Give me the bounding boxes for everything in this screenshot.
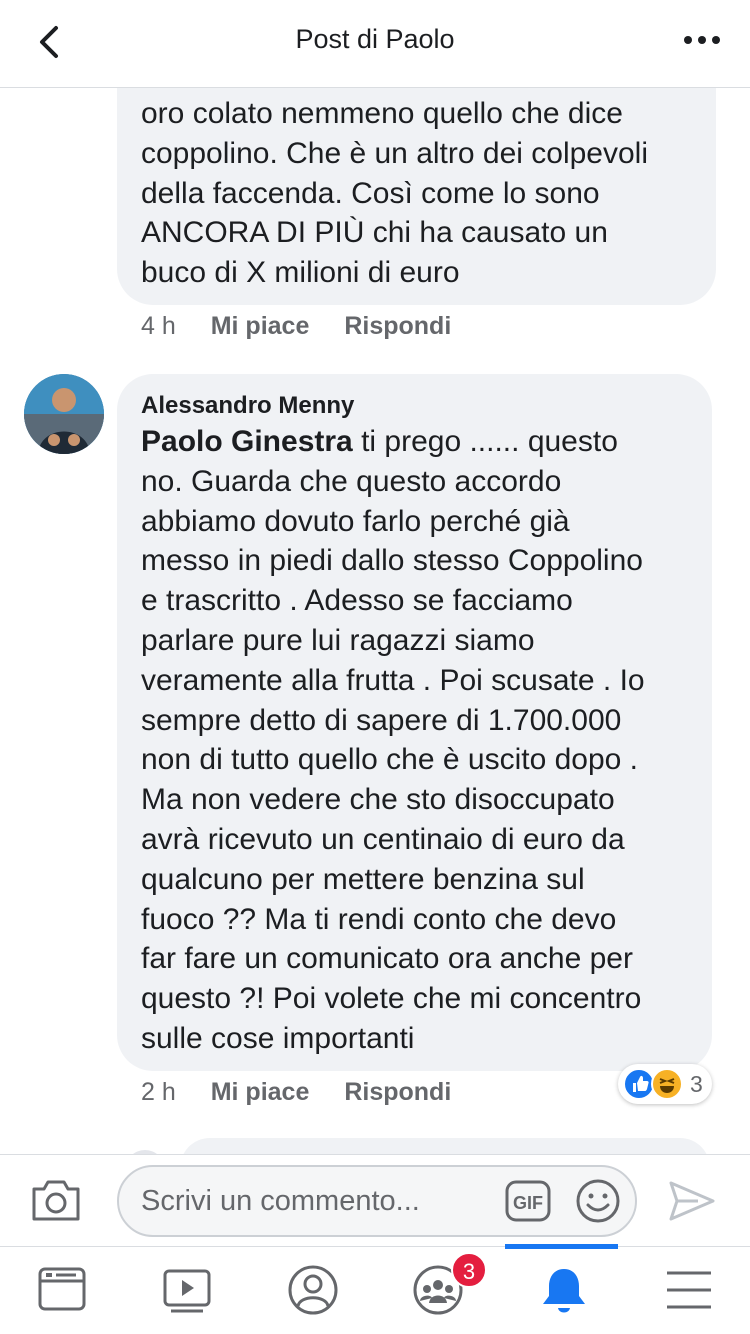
like-comment-button[interactable]: Mi piace bbox=[211, 312, 310, 340]
mention-link[interactable]: Paolo Ginestra bbox=[141, 425, 353, 458]
tab-watch[interactable] bbox=[125, 1247, 250, 1334]
comment-author[interactable]: Alessandro Menny bbox=[141, 392, 354, 420]
reactions-count: 3 bbox=[690, 1071, 703, 1097]
tab-news-feed[interactable] bbox=[0, 1247, 125, 1334]
camera-icon[interactable] bbox=[30, 1177, 82, 1223]
tab-notifications[interactable] bbox=[505, 1244, 630, 1334]
watch-icon bbox=[163, 1269, 211, 1313]
tab-profile[interactable] bbox=[250, 1247, 375, 1334]
comment-placeholder: Scrivi un commento... bbox=[141, 1185, 420, 1217]
emoji-icon[interactable] bbox=[575, 1178, 621, 1224]
page-title: Post di Paolo bbox=[295, 24, 455, 54]
menu-icon bbox=[667, 1271, 711, 1309]
haha-icon bbox=[651, 1068, 683, 1100]
avatar[interactable] bbox=[24, 374, 104, 454]
comment-timestamp: 4 h bbox=[141, 312, 176, 340]
comment-bubble: Alessandro Menny Paolo Ginestra ti prego… bbox=[117, 374, 712, 1071]
groups-notification-badge: 3 bbox=[451, 1252, 487, 1288]
gif-icon[interactable]: GIF bbox=[504, 1179, 552, 1223]
reply-comment-button[interactable]: Rispondi bbox=[344, 312, 451, 340]
comment-input[interactable]: Scrivi un commento... GIF bbox=[117, 1165, 637, 1237]
top-nav-bar: Post di Paolo bbox=[0, 0, 750, 88]
comment-text: Paolo Ginestra ti prego ...... questo no… bbox=[141, 422, 701, 1059]
gif-label: GIF bbox=[513, 1193, 543, 1213]
comment-meta: 2 h Mi piace Rispondi bbox=[141, 1078, 479, 1107]
comment-body: ti prego ...... questo no. Guarda che qu… bbox=[141, 425, 645, 1055]
user-avatar-icon bbox=[24, 374, 104, 454]
comment-bubble bbox=[180, 1138, 710, 1154]
bottom-tab-bar bbox=[0, 1244, 750, 1334]
notifications-icon bbox=[543, 1269, 585, 1313]
comments-list: oro colato nemmeno quello che dice coppo… bbox=[0, 88, 750, 1154]
send-icon[interactable] bbox=[668, 1179, 716, 1223]
comment-composer: Scrivi un commento... GIF bbox=[0, 1154, 750, 1246]
comment-bubble: oro colato nemmeno quello che dice coppo… bbox=[117, 88, 716, 305]
profile-icon bbox=[288, 1265, 338, 1315]
like-comment-button[interactable]: Mi piace bbox=[211, 1078, 310, 1106]
more-options-icon[interactable] bbox=[682, 30, 722, 50]
comment-timestamp: 2 h bbox=[141, 1078, 176, 1106]
news-feed-icon bbox=[38, 1267, 86, 1311]
tab-menu[interactable] bbox=[625, 1247, 750, 1334]
active-tab-indicator bbox=[505, 1244, 618, 1249]
comment-text: oro colato nemmeno quello che dice coppo… bbox=[141, 97, 648, 290]
reply-comment-button[interactable]: Rispondi bbox=[344, 1078, 451, 1106]
comment-meta: 4 h Mi piace Rispondi bbox=[141, 312, 479, 341]
reactions-summary[interactable]: 3 bbox=[618, 1064, 712, 1104]
